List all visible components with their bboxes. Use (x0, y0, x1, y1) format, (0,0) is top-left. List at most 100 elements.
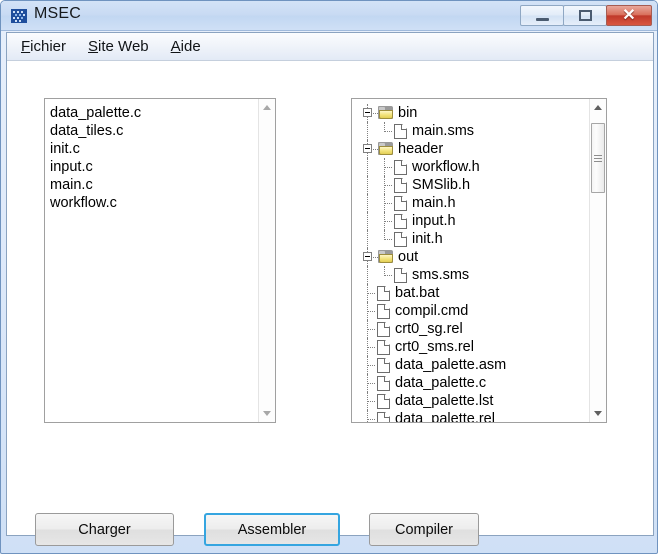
list-item[interactable]: main.c (50, 176, 258, 194)
minimize-icon (521, 6, 563, 25)
close-button[interactable]: ✕ (606, 5, 652, 26)
source-list-scrollbar[interactable] (258, 99, 275, 422)
project-tree-scrollbar[interactable] (589, 99, 606, 422)
tree-node-label: workflow.h (412, 159, 480, 175)
scrollbar-thumb[interactable] (591, 123, 605, 193)
tree-node-label: sms.sms (412, 267, 470, 283)
tree-folder-node[interactable]: header (357, 140, 589, 158)
menu-accel-aide: A (170, 38, 181, 55)
tree-file-node[interactable]: sms.sms (357, 266, 589, 284)
menu-item-aide[interactable]: Aide (167, 36, 210, 57)
tree-folder-node[interactable]: out (357, 248, 589, 266)
menu-item-site-web[interactable]: Site Web (84, 36, 158, 57)
scroll-up-arrow[interactable] (259, 99, 275, 116)
project-file-tree[interactable]: bin main.sms header workflow.h SMSlib.h main.… (351, 98, 607, 423)
tree-node-label: out (398, 249, 419, 265)
tree-file-node[interactable]: data_palette.rel (357, 410, 589, 422)
menu-label-aide: ide (180, 38, 201, 55)
tree-file-node[interactable]: workflow.h (357, 158, 589, 176)
tree-file-node[interactable]: data_palette.asm (357, 356, 589, 374)
tree-guide-line (367, 329, 375, 331)
charger-button-label: Charger (78, 521, 131, 538)
folder-icon (378, 106, 394, 120)
tree-guide-line (384, 239, 392, 241)
source-file-list[interactable]: data_palette.c data_tiles.c init.c input.c m… (44, 98, 276, 423)
menu-item-fichier[interactable]: Fichier (17, 36, 75, 57)
tree-node-label: init.h (412, 231, 443, 247)
tree-node-label: SMSlib.h (412, 177, 471, 193)
tree-node-label: crt0_sms.rel (395, 339, 474, 355)
scroll-down-arrow[interactable] (590, 405, 606, 422)
charger-button[interactable]: Charger (35, 513, 174, 546)
tree-guide-line (367, 122, 369, 140)
tree-file-node[interactable]: compil.cmd (357, 302, 589, 320)
tree-file-node[interactable]: crt0_sms.rel (357, 338, 589, 356)
tree-file-node[interactable]: main.sms (357, 122, 589, 140)
maximize-icon (564, 6, 606, 25)
application-window: MSEC ✕ Fichier Site Web Aide data_palett… (0, 0, 658, 554)
tree-node-label: bin (398, 105, 418, 121)
tree-guide-line (367, 266, 369, 284)
tree-file-node[interactable]: init.h (357, 230, 589, 248)
tree-file-node[interactable]: data_palette.c (357, 374, 589, 392)
tree-node-label: data_palette.lst (395, 393, 494, 409)
tree-guide-line (367, 212, 369, 230)
app-icon (11, 9, 27, 23)
tree-guide-line (384, 275, 392, 277)
menu-bar: Fichier Site Web Aide (7, 33, 653, 61)
tree-guide-line (367, 419, 375, 421)
tree-file-node[interactable]: main.h (357, 194, 589, 212)
tree-guide-line (384, 185, 392, 187)
file-icon (377, 358, 390, 373)
tree-file-node[interactable]: data_palette.lst (357, 392, 589, 410)
file-icon (377, 322, 390, 337)
list-item[interactable]: data_palette.c (50, 104, 258, 122)
scroll-up-arrow[interactable] (590, 99, 606, 116)
scroll-down-arrow[interactable] (259, 405, 275, 422)
menu-label-site-web: ite Web (98, 38, 149, 55)
tree-expander-collapse-icon[interactable] (363, 108, 372, 117)
file-icon (394, 196, 407, 211)
tree-node-label: data_palette.rel (395, 411, 495, 422)
scrollbar-grip-icon (594, 153, 602, 164)
list-item[interactable]: data_tiles.c (50, 122, 258, 140)
minimize-button[interactable] (520, 5, 564, 26)
source-file-list-items: data_palette.c data_tiles.c init.c input.c m… (45, 99, 258, 422)
assembler-button[interactable]: Assembler (204, 513, 340, 546)
folder-icon (378, 142, 394, 156)
tree-expander-collapse-icon[interactable] (363, 144, 372, 153)
client-area: Fichier Site Web Aide data_palette.c data… (6, 32, 654, 546)
list-item[interactable]: input.c (50, 158, 258, 176)
window-title: MSEC (34, 5, 82, 22)
tree-node-label: header (398, 141, 444, 157)
tree-node-label: data_palette.asm (395, 357, 507, 373)
title-bar[interactable]: MSEC ✕ (1, 1, 657, 31)
tree-guide-line (367, 293, 375, 295)
tree-node-label: main.h (412, 195, 456, 211)
tree-file-node[interactable]: crt0_sg.rel (357, 320, 589, 338)
list-item[interactable]: workflow.c (50, 194, 258, 212)
tree-expander-collapse-icon[interactable] (363, 252, 372, 261)
tree-file-node[interactable]: input.h (357, 212, 589, 230)
menu-accel-fichier: F (21, 38, 31, 55)
tree-folder-node[interactable]: bin (357, 104, 589, 122)
file-icon (377, 376, 390, 391)
compiler-button[interactable]: Compiler (369, 513, 479, 546)
tree-file-node[interactable]: SMSlib.h (357, 176, 589, 194)
tree-node-label: main.sms (412, 123, 475, 139)
maximize-button[interactable] (563, 5, 607, 26)
tree-file-node[interactable]: bat.bat (357, 284, 589, 302)
tree-node-label: input.h (412, 213, 456, 229)
tree-node-label: bat.bat (395, 285, 440, 301)
file-icon (377, 412, 390, 422)
list-item[interactable]: init.c (50, 140, 258, 158)
project-tree-nodes: bin main.sms header workflow.h SMSlib.h main.… (352, 99, 589, 422)
menu-label-fichier: ichier (30, 38, 67, 55)
file-icon (377, 304, 390, 319)
file-icon (394, 178, 407, 193)
assembler-button-label: Assembler (237, 521, 307, 538)
tree-node-label: compil.cmd (395, 303, 469, 319)
compiler-button-label: Compiler (394, 521, 453, 538)
file-icon (394, 232, 407, 247)
file-icon (394, 124, 407, 139)
